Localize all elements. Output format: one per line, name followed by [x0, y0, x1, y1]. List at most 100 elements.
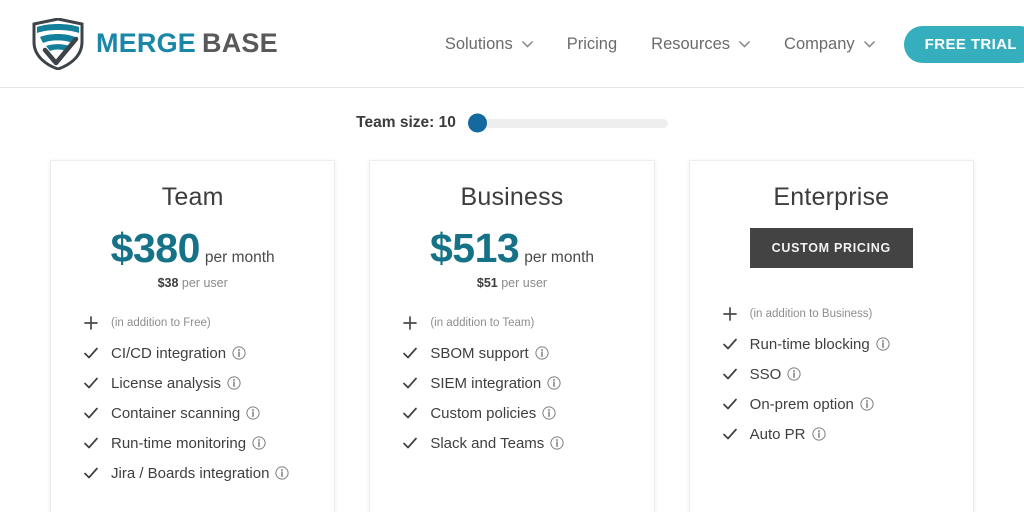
- info-icon[interactable]: [535, 346, 549, 360]
- info-icon[interactable]: [227, 376, 241, 390]
- main-navigation: Solutions Pricing Resources Company FREE…: [428, 0, 1024, 88]
- check-icon: [83, 465, 99, 481]
- check-icon: [722, 366, 738, 382]
- feature-item: Run-time blocking: [722, 333, 953, 355]
- feature-label: SIEM integration: [430, 375, 561, 392]
- feature-label: CI/CD integration: [111, 345, 246, 362]
- feature-note-enterprise: (in addition to Business): [749, 308, 873, 320]
- info-icon[interactable]: [550, 436, 564, 450]
- nav-item-pricing[interactable]: Pricing: [550, 35, 634, 54]
- per-user-amount-team: $38: [157, 276, 179, 290]
- feature-text: Slack and Teams: [430, 434, 545, 452]
- brand-text: MERGE BASE: [96, 30, 278, 57]
- feature-list-business: (in addition to Team) SBOM support SIEM …: [390, 312, 633, 454]
- check-icon: [402, 435, 418, 451]
- feature-label: Run-time blocking: [750, 336, 890, 353]
- plus-icon: [83, 315, 99, 331]
- feature-item: Custom policies: [402, 402, 633, 424]
- check-icon: [722, 336, 738, 352]
- check-icon: [83, 405, 99, 421]
- feature-note-team: (in addition to Free): [111, 317, 211, 329]
- price-amount-team: $380: [110, 225, 201, 271]
- info-icon[interactable]: [860, 397, 874, 411]
- site-header: MERGEBASE Solutions Pricing Resources C: [0, 0, 1024, 88]
- feature-label: License analysis: [111, 375, 241, 392]
- feature-list-team: (in addition to Free) CI/CD integration: [71, 312, 314, 484]
- info-icon[interactable]: [876, 337, 890, 351]
- nav-label-company: Company: [784, 34, 855, 53]
- feature-text: SSO: [749, 365, 782, 383]
- plus-icon: [722, 306, 738, 322]
- nav-label-resources: Resources: [651, 34, 731, 53]
- check-icon: [402, 375, 418, 391]
- info-icon[interactable]: [542, 406, 556, 420]
- brand-name-primary: MERGE: [96, 28, 197, 58]
- price-period-team: per month: [204, 249, 275, 266]
- feature-text: On-prem option: [749, 395, 854, 413]
- feature-text: Custom policies: [430, 404, 537, 422]
- feature-note-row-enterprise: (in addition to Business): [722, 303, 953, 325]
- check-icon: [722, 396, 738, 412]
- info-icon[interactable]: [232, 346, 246, 360]
- brand-logo[interactable]: MERGE BASE: [30, 16, 278, 71]
- feature-label: SSO: [750, 366, 802, 383]
- price-period-business: per month: [524, 249, 594, 266]
- check-icon: [402, 405, 418, 421]
- team-size-slider-handle[interactable]: [467, 113, 487, 133]
- team-size-slider-track[interactable]: [467, 113, 668, 133]
- check-icon: [83, 345, 99, 361]
- feature-label: Auto PR: [750, 426, 826, 443]
- feature-item: Container scanning: [83, 402, 314, 424]
- pricing-card-business: Business $513 per month $51 per user (in…: [369, 160, 655, 512]
- check-icon: [83, 375, 99, 391]
- feature-note-row-business: (in addition to Team): [402, 312, 633, 334]
- feature-item: License analysis: [83, 372, 314, 394]
- plus-icon: [402, 315, 418, 331]
- feature-note-row-team: (in addition to Free): [83, 312, 314, 334]
- feature-item: Jira / Boards integration: [83, 462, 314, 484]
- feature-text: Run-time monitoring: [111, 434, 247, 452]
- custom-pricing-button[interactable]: CUSTOM PRICING: [749, 228, 913, 268]
- chevron-down-icon: [863, 40, 875, 48]
- check-icon: [83, 435, 99, 451]
- pricing-cards-grid: Team $380 per month $38 per user (in add…: [0, 140, 1024, 512]
- feature-label: On-prem option: [750, 396, 874, 413]
- card-title-team: Team: [161, 183, 224, 211]
- feature-item: SIEM integration: [402, 372, 633, 394]
- pricing-card-team: Team $380 per month $38 per user (in add…: [50, 160, 336, 512]
- card-title-enterprise: Enterprise: [773, 183, 890, 211]
- nav-item-resources[interactable]: Resources: [634, 35, 767, 54]
- feature-item: SSO: [722, 363, 953, 385]
- nav-item-solutions[interactable]: Solutions: [428, 35, 550, 54]
- feature-text: License analysis: [111, 374, 222, 392]
- feature-note-business: (in addition to Team): [430, 317, 535, 329]
- info-icon[interactable]: [246, 406, 260, 420]
- feature-list-enterprise: (in addition to Business) Run-time block…: [710, 303, 953, 445]
- info-icon[interactable]: [787, 367, 801, 381]
- free-trial-button[interactable]: FREE TRIAL: [903, 25, 1024, 63]
- pricing-card-enterprise: Enterprise CUSTOM PRICING (in addition t…: [688, 160, 974, 512]
- shield-logo-icon: [30, 16, 86, 71]
- info-icon[interactable]: [275, 466, 290, 480]
- per-user-amount-business: $51: [476, 276, 498, 290]
- per-user-suffix-business: per user: [501, 276, 548, 290]
- team-size-label: Team size: 10: [356, 114, 456, 131]
- check-icon: [402, 345, 418, 361]
- feature-item: Auto PR: [722, 423, 953, 445]
- feature-label: Jira / Boards integration: [111, 465, 290, 482]
- feature-label: Run-time monitoring: [111, 435, 266, 452]
- team-size-slider-row: Team size: 10: [0, 88, 1024, 140]
- price-line-team: $380 per month: [71, 228, 314, 269]
- info-icon[interactable]: [252, 436, 266, 450]
- price-amount-business: $513: [429, 225, 520, 271]
- nav-item-company[interactable]: Company: [767, 35, 892, 54]
- info-icon[interactable]: [547, 376, 561, 390]
- price-line-business: $513 per month: [390, 228, 633, 269]
- feature-label: SBOM support: [430, 345, 549, 362]
- per-user-price-business: $51 per user: [390, 276, 633, 290]
- feature-item: Slack and Teams: [402, 432, 633, 454]
- info-icon[interactable]: [811, 427, 826, 441]
- feature-item: CI/CD integration: [83, 342, 314, 364]
- feature-text: Container scanning: [111, 404, 241, 422]
- per-user-price-team: $38 per user: [71, 276, 314, 290]
